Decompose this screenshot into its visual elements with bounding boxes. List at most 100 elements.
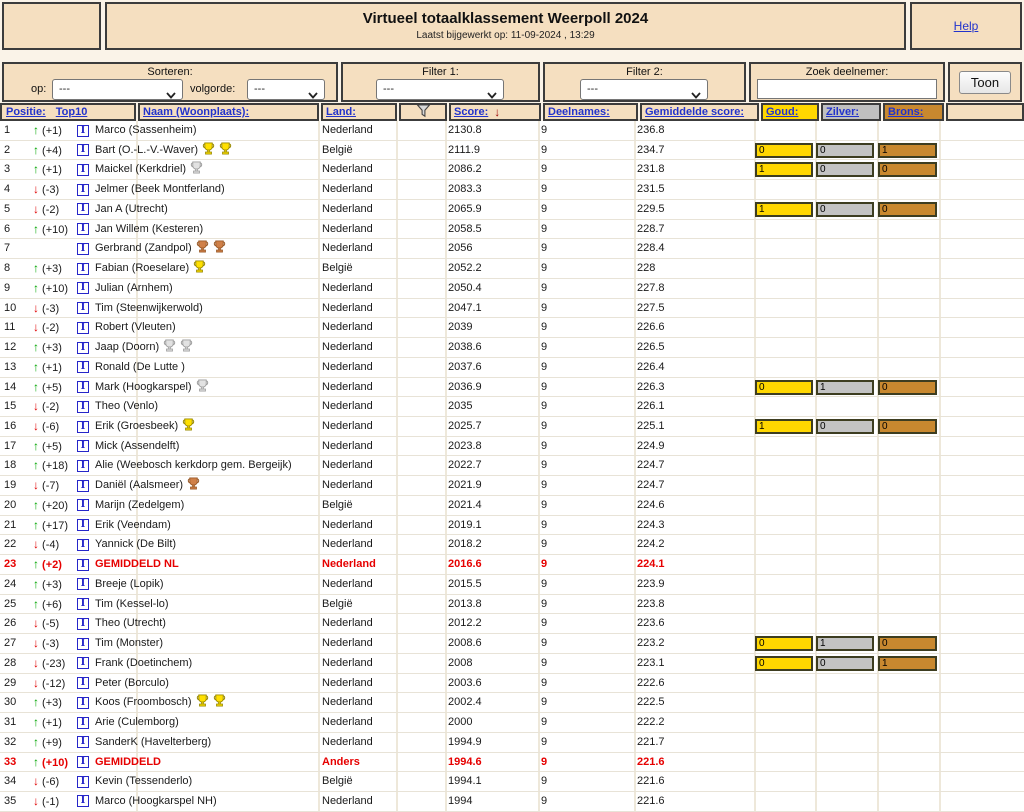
participant-stats-icon[interactable]: I	[77, 538, 89, 551]
participant-stats-icon[interactable]: I	[77, 400, 89, 413]
position-delta: (-2)	[39, 203, 60, 216]
participant-stats-icon[interactable]: I	[77, 795, 89, 808]
participant-name: Jan A (Utrecht)	[95, 202, 168, 215]
zoek-deelnemer-panel: Zoek deelnemer:	[749, 62, 945, 102]
toon-panel: Toon	[948, 62, 1022, 102]
participant-stats-icon[interactable]: I	[77, 479, 89, 492]
score-value: 1994.1	[448, 775, 482, 788]
sort-order-value: ---	[254, 83, 265, 95]
position-value: 13	[4, 360, 17, 373]
gemiddelde-sort-link[interactable]: Gemiddelde score:	[645, 106, 744, 118]
participant-name: Jaap (Doorn)	[95, 338, 193, 358]
participant-stats-icon[interactable]: I	[77, 499, 89, 512]
deelnames-value: 9	[541, 163, 548, 176]
top10-link[interactable]: Top10	[56, 106, 88, 118]
position-delta: (+5)	[39, 440, 62, 453]
bronze-count: 0	[878, 419, 937, 435]
country-value: Nederland	[322, 696, 373, 709]
participant-stats-icon[interactable]: I	[77, 637, 89, 650]
brons-sort-link[interactable]: Brons:	[888, 106, 923, 118]
position-value: 11	[4, 321, 16, 334]
participant-name: Alie (Weebosch kerkdorp gem. Bergeijk)	[95, 459, 292, 472]
participant-stats-icon[interactable]: I	[77, 242, 89, 255]
participant-name: Tim (Steenwijkerwold)	[95, 301, 203, 314]
participant-stats-icon[interactable]: I	[77, 775, 89, 788]
table-row: 27 ↓ (-3) I Tim (Monster) Nederland 2008.6 9 22…	[0, 634, 1024, 654]
participant-stats-icon[interactable]: I	[77, 183, 89, 196]
position-delta: (+5)	[39, 381, 62, 394]
participant-stats-icon[interactable]: I	[77, 341, 89, 354]
table-row: 20 ↑ (+20) I Marijn (Zedelgem) België 2021.4 9…	[0, 496, 1024, 516]
participant-stats-icon[interactable]: I	[77, 736, 89, 749]
average-score-value: 223.9	[637, 577, 665, 590]
position-change: ↑ (+3)	[33, 575, 62, 594]
participant-stats-icon[interactable]: I	[77, 163, 89, 176]
participant-stats-icon[interactable]: I	[77, 124, 89, 137]
participant-stats-icon[interactable]: I	[77, 420, 89, 433]
position-delta: (-6)	[39, 776, 60, 789]
position-delta: (+10)	[39, 282, 69, 295]
gold-trophy-icon	[193, 260, 206, 279]
participant-stats-icon[interactable]: I	[77, 696, 89, 709]
participant-stats-icon[interactable]: I	[77, 440, 89, 453]
participant-stats-icon[interactable]: I	[77, 302, 89, 315]
participant-stats-icon[interactable]: I	[77, 321, 89, 334]
participant-stats-icon[interactable]: I	[77, 361, 89, 374]
search-input[interactable]	[757, 79, 937, 99]
participant-stats-icon[interactable]: I	[77, 282, 89, 295]
sort-by-select[interactable]: ---	[52, 79, 183, 100]
land-sort-link[interactable]: Land:	[326, 106, 356, 118]
help-link[interactable]: Help	[954, 19, 979, 33]
participant-stats-icon[interactable]: I	[77, 558, 89, 571]
help-box: Help	[910, 2, 1022, 50]
toon-button[interactable]: Toon	[958, 70, 1012, 94]
participant-stats-icon[interactable]: I	[77, 262, 89, 275]
deelnames-sort-link[interactable]: Deelnames:	[548, 106, 610, 118]
filter-funnel-icon[interactable]	[416, 105, 431, 119]
participant-stats-icon[interactable]: I	[77, 381, 89, 394]
participant-stats-icon[interactable]: I	[77, 144, 89, 157]
position-delta: (+1)	[39, 717, 62, 730]
participant-name: Arie (Culemborg)	[95, 716, 179, 729]
participant-stats-icon[interactable]: I	[77, 677, 89, 690]
zilver-sort-link[interactable]: Zilver:	[826, 106, 859, 118]
participant-stats-icon[interactable]: I	[77, 578, 89, 591]
deelnames-value: 9	[541, 656, 548, 669]
participant-name: Yannick (De Bilt)	[95, 538, 177, 551]
average-score-value: 229.5	[637, 202, 665, 215]
participant-stats-icon[interactable]: I	[77, 756, 89, 768]
goud-sort-link[interactable]: Goud:	[766, 106, 798, 118]
position-change: ↓ (-2)	[33, 318, 59, 337]
sort-order-select[interactable]: ---	[247, 79, 325, 100]
position-change: ↓ (-4)	[33, 535, 59, 554]
position-delta: (+3)	[39, 697, 62, 710]
positie-sort-link[interactable]: Positie:	[6, 106, 46, 118]
deelnames-value: 9	[541, 439, 548, 452]
naam-sort-link[interactable]: Naam (Woonplaats):	[143, 106, 249, 118]
score-sort-link[interactable]: Score:	[454, 106, 488, 118]
participant-stats-icon[interactable]: I	[77, 459, 89, 472]
country-value: Nederland	[322, 538, 373, 551]
participant-stats-icon[interactable]: I	[77, 223, 89, 236]
participant-stats-icon[interactable]: I	[77, 657, 89, 670]
filter2-value: ---	[587, 83, 598, 95]
deelnames-value: 9	[541, 597, 548, 610]
country-value: Nederland	[322, 242, 373, 255]
silver-trophy-icon	[196, 379, 209, 398]
country-value: Nederland	[322, 637, 373, 650]
header-naam-cell: Naam (Woonplaats):	[138, 103, 319, 121]
participant-stats-icon[interactable]: I	[77, 716, 89, 729]
position-value: 24	[4, 577, 17, 590]
position-value: 20	[4, 498, 17, 511]
silver-count: 1	[816, 379, 874, 395]
participant-stats-icon[interactable]: I	[77, 519, 89, 532]
filter1-select[interactable]: ---	[376, 79, 504, 100]
participant-stats-icon[interactable]: I	[77, 617, 89, 630]
participant-stats-icon[interactable]: I	[77, 598, 89, 611]
participant-name: GEMIDDELD NL	[95, 558, 179, 571]
participant-name: Fabian (Roeselare)	[95, 259, 206, 279]
filter2-select[interactable]: ---	[580, 79, 708, 100]
participant-stats-icon[interactable]: I	[77, 203, 89, 216]
bronze-trophy-icon	[196, 240, 209, 259]
participant-name: Theo (Utrecht)	[95, 617, 166, 630]
